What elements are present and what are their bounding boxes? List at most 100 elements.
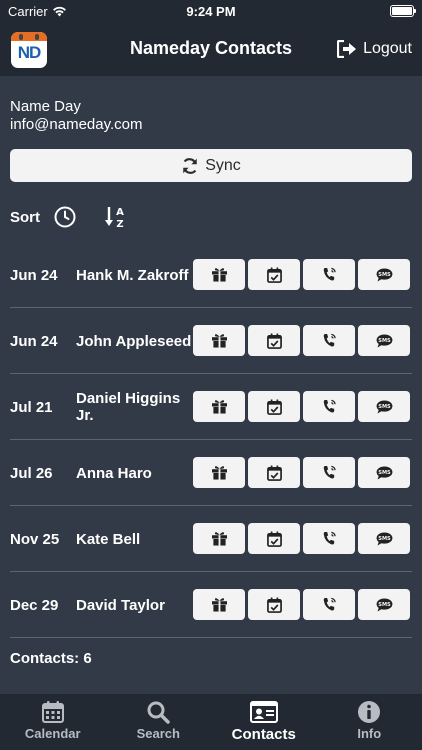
sync-icon bbox=[183, 157, 197, 174]
clock-icon bbox=[54, 206, 76, 228]
contact-row: Jun 24 John Appleseed SMS bbox=[10, 308, 412, 374]
sort-alphabetical-button[interactable]: A Z bbox=[103, 205, 127, 229]
contact-actions: SMS bbox=[193, 325, 410, 356]
contact-nameday-date: Jul 21 bbox=[10, 398, 53, 416]
contact-name: Hank M. Zakroff bbox=[76, 266, 189, 284]
sms-icon: SMS bbox=[376, 333, 392, 348]
status-time: 9:24 PM bbox=[186, 4, 236, 19]
contact-nameday-date: Nov 25 bbox=[10, 530, 60, 548]
sms-button[interactable]: SMS bbox=[358, 457, 410, 488]
add-to-calendar-button[interactable] bbox=[248, 325, 300, 356]
tab-search[interactable]: Search bbox=[106, 694, 212, 750]
svg-text:SMS: SMS bbox=[378, 536, 391, 542]
calendar-check-icon bbox=[266, 333, 282, 349]
logout-button[interactable]: Logout bbox=[337, 40, 412, 58]
contact-name: Kate Bell bbox=[76, 530, 141, 548]
svg-text:SMS: SMS bbox=[378, 404, 391, 410]
calendar-check-icon bbox=[266, 267, 282, 283]
add-to-calendar-button[interactable] bbox=[248, 391, 300, 422]
call-button[interactable] bbox=[303, 325, 355, 356]
contact-actions: SMS bbox=[193, 589, 410, 620]
calendar-check-icon bbox=[266, 531, 282, 547]
gift-button[interactable] bbox=[193, 259, 245, 290]
tab-bar: Calendar Search Contacts Info bbox=[0, 694, 422, 750]
tab-label: Info bbox=[357, 726, 382, 741]
contact-row: Jul 21 Daniel Higgins Jr. SMS bbox=[10, 374, 412, 440]
gift-button[interactable] bbox=[193, 457, 245, 488]
sms-button[interactable]: SMS bbox=[358, 259, 410, 290]
call-button[interactable] bbox=[303, 523, 355, 554]
contact-name: Anna Haro bbox=[76, 464, 152, 482]
contact-card-icon bbox=[249, 701, 278, 723]
tab-label: Search bbox=[136, 726, 180, 741]
contact-actions: SMS bbox=[193, 457, 410, 488]
call-button[interactable] bbox=[303, 391, 355, 422]
svg-text:SMS: SMS bbox=[378, 602, 391, 608]
add-to-calendar-button[interactable] bbox=[248, 259, 300, 290]
gift-icon bbox=[211, 268, 227, 282]
phone-icon bbox=[323, 465, 336, 479]
sort-alpha-icon: A Z bbox=[105, 207, 124, 229]
gift-button[interactable] bbox=[193, 589, 245, 620]
logout-icon bbox=[337, 40, 357, 58]
tab-label: Calendar bbox=[24, 726, 81, 741]
tab-contacts[interactable]: Contacts bbox=[211, 694, 317, 750]
calendar-check-icon bbox=[266, 465, 282, 481]
contact-actions: SMS bbox=[193, 391, 410, 422]
tab-info[interactable]: Info bbox=[317, 694, 422, 750]
contact-row: Dec 29 David Taylor SMS bbox=[10, 572, 412, 638]
phone-icon bbox=[323, 399, 336, 413]
contact-row: Jul 26 Anna Haro SMS bbox=[10, 440, 412, 506]
svg-text:A: A bbox=[116, 207, 124, 218]
phone-icon bbox=[323, 597, 336, 611]
svg-text:SMS: SMS bbox=[378, 338, 391, 344]
contacts-count: Contacts: 6 bbox=[10, 650, 92, 667]
contact-name: Daniel Higgins Jr. bbox=[76, 390, 181, 424]
sms-button[interactable]: SMS bbox=[358, 523, 410, 554]
gift-button[interactable] bbox=[193, 523, 245, 554]
add-to-calendar-button[interactable] bbox=[248, 457, 300, 488]
row-divider bbox=[10, 637, 412, 638]
sms-button[interactable]: SMS bbox=[358, 325, 410, 356]
calendar-icon bbox=[41, 701, 64, 723]
user-name: Name Day bbox=[10, 98, 81, 115]
call-button[interactable] bbox=[303, 457, 355, 488]
gift-button[interactable] bbox=[193, 325, 245, 356]
contact-name: David Taylor bbox=[76, 596, 165, 614]
sync-label: Sync bbox=[205, 156, 241, 174]
sort-controls: Sort A Z bbox=[10, 205, 127, 229]
svg-text:SMS: SMS bbox=[378, 272, 391, 278]
info-icon bbox=[358, 701, 381, 723]
contact-row: Jun 24 Hank M. Zakroff SMS bbox=[10, 242, 412, 308]
sms-button[interactable]: SMS bbox=[358, 589, 410, 620]
sync-button[interactable]: Sync bbox=[10, 149, 412, 182]
sort-by-date-button[interactable] bbox=[53, 205, 77, 229]
sms-button[interactable]: SMS bbox=[358, 391, 410, 422]
call-button[interactable] bbox=[303, 589, 355, 620]
search-icon bbox=[147, 701, 170, 724]
calendar-check-icon bbox=[266, 597, 282, 613]
tab-calendar[interactable]: Calendar bbox=[0, 694, 106, 750]
add-to-calendar-button[interactable] bbox=[248, 523, 300, 554]
contact-row: Nov 25 Kate Bell SMS bbox=[10, 506, 412, 572]
user-profile: Name Day info@nameday.com bbox=[10, 98, 143, 134]
sms-icon: SMS bbox=[376, 267, 392, 282]
add-to-calendar-button[interactable] bbox=[248, 589, 300, 620]
call-button[interactable] bbox=[303, 259, 355, 290]
logout-label: Logout bbox=[363, 40, 412, 57]
gift-icon bbox=[211, 334, 227, 348]
sms-icon: SMS bbox=[376, 597, 392, 612]
contact-actions: SMS bbox=[193, 259, 410, 290]
contact-actions: SMS bbox=[193, 523, 410, 554]
sms-icon: SMS bbox=[376, 465, 392, 480]
phone-icon bbox=[323, 333, 336, 347]
contact-nameday-date: Jul 26 bbox=[10, 464, 53, 482]
gift-icon bbox=[211, 532, 227, 546]
gift-icon bbox=[211, 466, 227, 480]
contact-nameday-date: Jun 24 bbox=[10, 332, 58, 350]
gift-button[interactable] bbox=[193, 391, 245, 422]
svg-text:Z: Z bbox=[116, 219, 123, 229]
tab-label: Contacts bbox=[231, 726, 296, 743]
gift-icon bbox=[211, 400, 227, 414]
sms-icon: SMS bbox=[376, 531, 392, 546]
